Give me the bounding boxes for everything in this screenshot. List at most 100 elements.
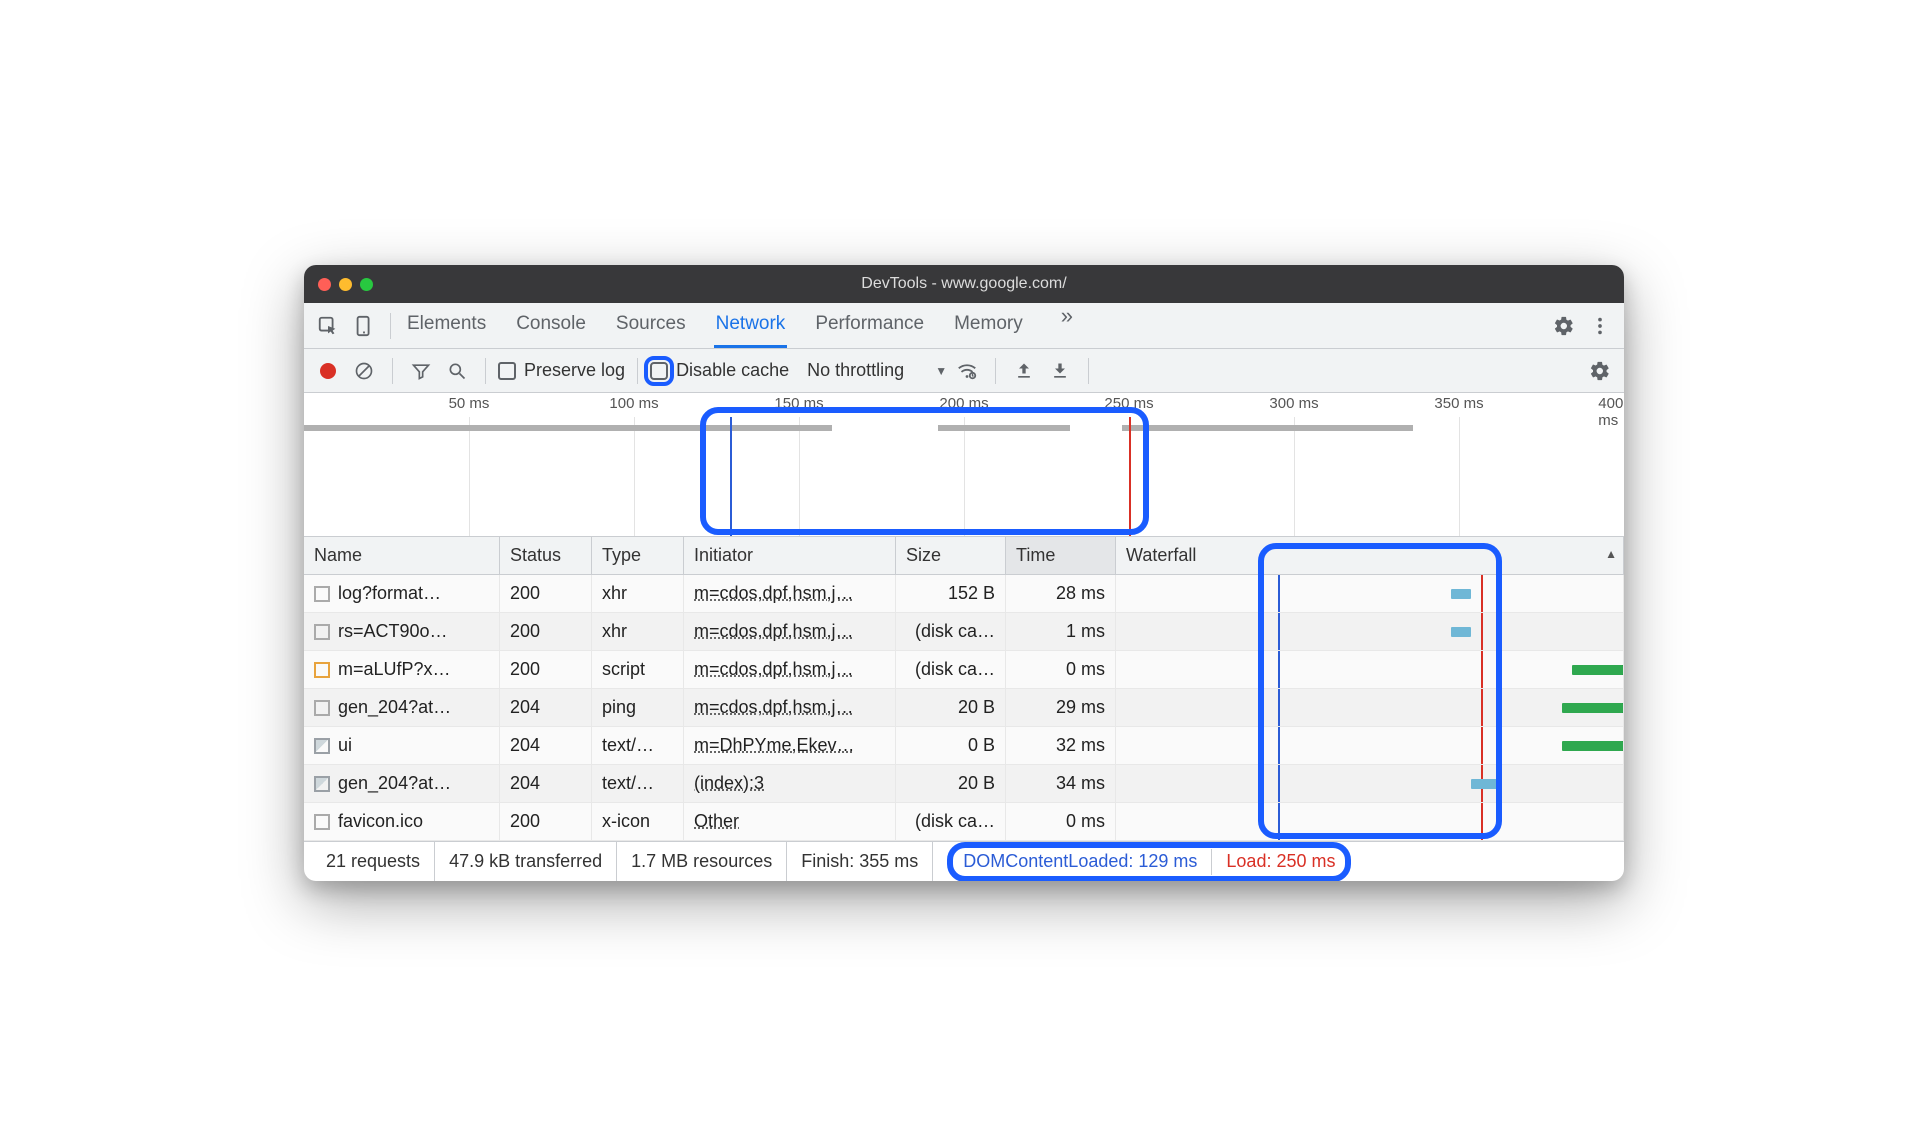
devtools-window: DevTools - www.google.com/ Elements Cons… [304,265,1624,881]
cell[interactable]: gen_204?at… [304,765,500,803]
network-overview[interactable]: 50 ms 100 ms 150 ms 200 ms 250 ms 300 ms… [304,393,1624,537]
cell[interactable]: log?format… [304,575,500,613]
cell[interactable]: (disk ca… [896,803,1006,841]
cell[interactable]: 0 ms [1006,803,1116,841]
cell[interactable]: favicon.ico [304,803,500,841]
tabs-overflow[interactable]: » [1051,303,1083,348]
cell[interactable]: 20 B [896,765,1006,803]
file-icon [314,814,330,830]
clear-button[interactable] [348,355,380,387]
cell[interactable]: gen_204?at… [304,689,500,727]
tab-sources[interactable]: Sources [614,303,688,348]
file-icon [314,738,330,754]
cell[interactable]: text/… [592,765,684,803]
cell[interactable]: 200 [500,613,592,651]
cell[interactable]: 20 B [896,689,1006,727]
waterfall-cell[interactable] [1116,765,1624,803]
col-status[interactable]: Status [500,537,592,575]
cell[interactable]: Other [684,803,896,841]
cell[interactable]: (index):3 [684,765,896,803]
search-icon[interactable] [441,355,473,387]
status-dcl: DOMContentLoaded: 129 ms [963,851,1197,872]
download-har-icon[interactable] [1044,355,1076,387]
cell[interactable]: 34 ms [1006,765,1116,803]
cell[interactable]: xhr [592,613,684,651]
cell[interactable]: script [592,651,684,689]
settings-icon[interactable] [1546,308,1582,344]
cell[interactable]: 0 B [896,727,1006,765]
tab-elements[interactable]: Elements [405,303,488,348]
cell[interactable]: m=cdos,dpf,hsm,j… [684,613,896,651]
col-size[interactable]: Size [896,537,1006,575]
tab-performance[interactable]: Performance [813,303,926,348]
upload-har-icon[interactable] [1008,355,1040,387]
status-bar: 21 requests 47.9 kB transferred 1.7 MB r… [304,841,1624,881]
waterfall-cell[interactable] [1116,803,1624,841]
zoom-icon[interactable] [360,278,373,291]
waterfall-cell[interactable] [1116,689,1624,727]
cell[interactable]: 200 [500,803,592,841]
tabs: Elements Console Sources Network Perform… [405,303,1083,348]
tab-memory[interactable]: Memory [952,303,1025,348]
tick: 300 ms [1269,395,1318,412]
cell[interactable]: 204 [500,727,592,765]
close-icon[interactable] [318,278,331,291]
waterfall-cell[interactable] [1116,727,1624,765]
titlebar: DevTools - www.google.com/ [304,265,1624,303]
cell[interactable]: 200 [500,575,592,613]
kebab-icon[interactable] [1582,308,1618,344]
device-toggle-icon[interactable] [346,308,382,344]
cell[interactable]: 152 B [896,575,1006,613]
tab-console[interactable]: Console [514,303,588,348]
cell[interactable]: m=DhPYme,Ekev… [684,727,896,765]
cell[interactable]: m=cdos,dpf,hsm,j… [684,689,896,727]
cell[interactable]: x-icon [592,803,684,841]
settings-icon[interactable] [1584,355,1616,387]
record-button[interactable] [312,355,344,387]
inspect-icon[interactable] [310,308,346,344]
cell[interactable]: ui [304,727,500,765]
filter-icon[interactable] [405,355,437,387]
tab-network[interactable]: Network [714,303,788,348]
requests-table: Name Status Type Initiator Size Time Wat… [304,537,1624,841]
preserve-log-checkbox[interactable]: Preserve log [498,360,625,381]
cell[interactable]: (disk ca… [896,651,1006,689]
col-waterfall[interactable]: Waterfall ▲ [1116,537,1624,575]
col-time[interactable]: Time [1006,537,1116,575]
cell[interactable]: text/… [592,727,684,765]
tick: 250 ms [1104,395,1153,412]
status-load: Load: 250 ms [1226,851,1335,872]
preserve-log-label: Preserve log [524,360,625,381]
status-finish: Finish: 355 ms [787,842,933,881]
cell[interactable]: m=cdos,dpf,hsm,j… [684,651,896,689]
cell[interactable]: ping [592,689,684,727]
cell[interactable]: 29 ms [1006,689,1116,727]
cell[interactable]: rs=ACT90o… [304,613,500,651]
throttling-label: No throttling [807,360,904,381]
tick: 200 ms [939,395,988,412]
waterfall-cell[interactable] [1116,613,1624,651]
throttling-dropdown[interactable]: No throttling ▼ [807,360,947,381]
cell[interactable]: m=cdos,dpf,hsm,j… [684,575,896,613]
traffic-lights [318,278,373,291]
cell[interactable]: (disk ca… [896,613,1006,651]
cell[interactable]: 0 ms [1006,651,1116,689]
sort-arrow-icon: ▲ [1605,547,1617,561]
network-conditions-icon[interactable] [951,355,983,387]
cell[interactable]: 204 [500,689,592,727]
waterfall-cell[interactable] [1116,651,1624,689]
cell[interactable]: 1 ms [1006,613,1116,651]
cell[interactable]: m=aLUfP?x… [304,651,500,689]
col-type[interactable]: Type [592,537,684,575]
col-name[interactable]: Name [304,537,500,575]
cell[interactable]: 204 [500,765,592,803]
tick: 150 ms [774,395,823,412]
cell[interactable]: xhr [592,575,684,613]
waterfall-cell[interactable] [1116,575,1624,613]
cell[interactable]: 32 ms [1006,727,1116,765]
disable-cache-checkbox[interactable]: Disable cache [650,360,789,381]
minimize-icon[interactable] [339,278,352,291]
cell[interactable]: 28 ms [1006,575,1116,613]
col-initiator[interactable]: Initiator [684,537,896,575]
cell[interactable]: 200 [500,651,592,689]
